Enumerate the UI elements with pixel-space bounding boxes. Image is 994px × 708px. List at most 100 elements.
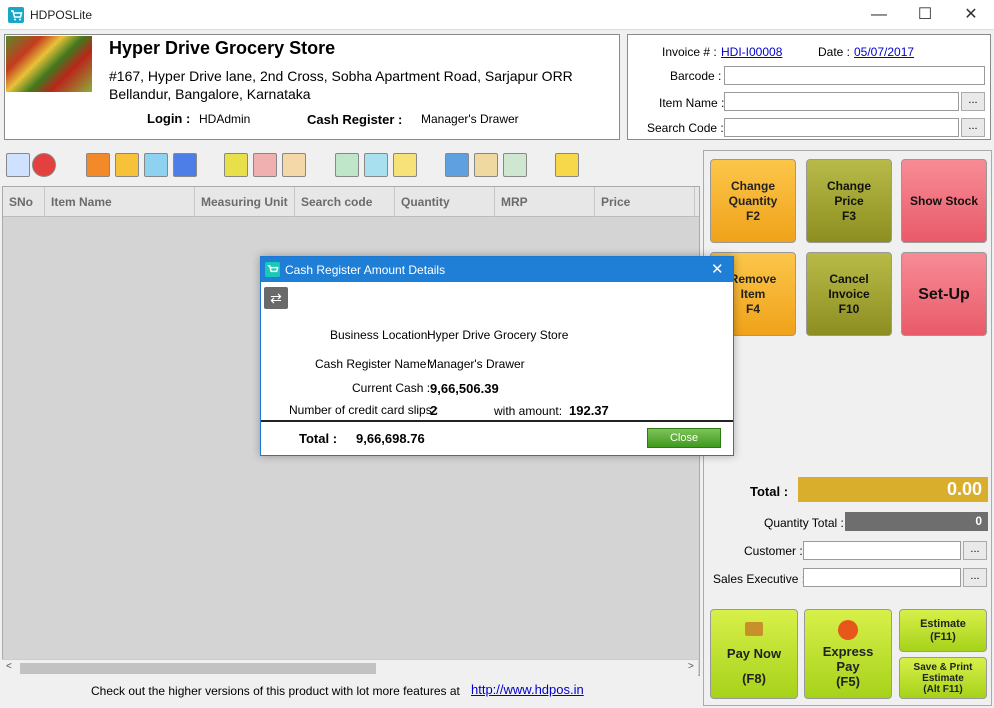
report-icon[interactable] xyxy=(445,153,469,177)
sales-executive-label: Sales Executive : xyxy=(713,572,806,586)
date-label: Date : xyxy=(818,45,851,59)
change-quantity-button[interactable]: Change Quantity F2 xyxy=(710,159,796,243)
estimate-button[interactable]: Estimate (F11) xyxy=(899,609,987,652)
dialog-close-icon[interactable]: ✕ xyxy=(711,260,724,278)
edit-icon[interactable] xyxy=(86,153,110,177)
date-link[interactable]: 05/07/2017 xyxy=(854,45,914,59)
total-value: 0.00 xyxy=(798,477,988,502)
btn-line: Change xyxy=(730,178,775,193)
dialog-cart-icon xyxy=(265,262,280,277)
register-icon[interactable] xyxy=(6,153,30,177)
col-sno[interactable]: SNo xyxy=(3,187,45,217)
change-price-button[interactable]: Change Price F3 xyxy=(806,159,892,243)
btn-line: F10 xyxy=(838,301,860,316)
btn-line: Set-Up xyxy=(918,285,970,303)
dialog-title: Cash Register Amount Details xyxy=(285,263,446,277)
btn-line: Show Stock xyxy=(909,193,978,208)
search-code-label: Search Code : xyxy=(647,121,724,135)
chart-icon[interactable] xyxy=(282,153,306,177)
cc-slips-value: 2 xyxy=(430,403,438,418)
customer-input[interactable] xyxy=(803,541,961,560)
scroll-right-icon[interactable]: > xyxy=(688,661,694,672)
invoice-label: Invoice # : xyxy=(662,45,717,59)
cash-icon[interactable] xyxy=(474,153,498,177)
minimize-button[interactable]: — xyxy=(856,0,902,30)
col-mrp[interactable]: MRP xyxy=(495,187,595,217)
dialog-close-button[interactable]: Close xyxy=(647,428,721,448)
item-name-browse-button[interactable]: ... xyxy=(961,92,985,111)
sales-executive-browse-button[interactable]: ... xyxy=(963,568,987,587)
pay-now-button[interactable]: Pay Now (F8) xyxy=(710,609,798,699)
discount-icon[interactable] xyxy=(32,153,56,177)
dialog-total-value: 9,66,698.76 xyxy=(356,431,425,446)
col-price[interactable]: Price xyxy=(595,187,695,217)
item-name-input[interactable] xyxy=(724,92,959,111)
store-logo-image xyxy=(6,36,92,92)
money-icon xyxy=(745,622,763,636)
close-window-button[interactable]: ✕ xyxy=(948,0,994,30)
total-label: Total : xyxy=(750,484,789,499)
title-bar: HDPOSLite — ☐ ✕ xyxy=(0,0,994,30)
cash-register-value: Manager's Drawer xyxy=(421,112,519,126)
express-pay-button[interactable]: Express Pay (F5) xyxy=(804,609,892,699)
btn-line: Quantity xyxy=(728,193,778,208)
delivery-icon[interactable] xyxy=(144,153,168,177)
cart-icon[interactable] xyxy=(115,153,139,177)
btn-line: Estimate xyxy=(920,617,966,630)
save-print-estimate-button[interactable]: Save & Print Estimate (Alt F11) xyxy=(899,657,987,699)
maximize-button[interactable]: ☐ xyxy=(902,0,948,30)
btn-line: Invoice xyxy=(828,286,870,301)
cancel-invoice-button[interactable]: Cancel Invoice F10 xyxy=(806,252,892,336)
btn-line: Price xyxy=(834,193,864,208)
btn-line: Pay xyxy=(836,658,860,674)
col-item-name[interactable]: Item Name xyxy=(45,187,195,217)
scroll-left-icon[interactable]: < xyxy=(6,661,12,672)
current-cash-label: Current Cash : xyxy=(352,381,431,395)
cash-register-label: Cash Register : xyxy=(307,112,403,127)
register-name-value: Manager's Drawer xyxy=(427,357,525,371)
col-quantity[interactable]: Quantity xyxy=(395,187,495,217)
customers-icon[interactable] xyxy=(224,153,248,177)
user-icon[interactable] xyxy=(253,153,277,177)
search-code-input[interactable] xyxy=(724,118,959,137)
with-amount-label: with amount: xyxy=(494,404,563,418)
btn-line: F3 xyxy=(841,208,856,223)
footer-link[interactable]: http://www.hdpos.in xyxy=(471,682,584,697)
show-stock-button[interactable]: Show Stock xyxy=(901,159,987,243)
login-value: HDAdmin xyxy=(199,112,251,126)
btn-line: Item xyxy=(740,286,766,301)
transfer-icon[interactable] xyxy=(173,153,197,177)
login-label: Login : xyxy=(147,111,191,126)
scroll-thumb[interactable] xyxy=(20,663,376,674)
dialog-total-label: Total : xyxy=(299,431,338,446)
dialog-title-bar: Cash Register Amount Details ✕ xyxy=(261,257,733,282)
toolbar xyxy=(2,150,700,184)
col-search-code[interactable]: Search code xyxy=(295,187,395,217)
with-amount-value: 192.37 xyxy=(569,403,609,418)
btn-line: Express xyxy=(822,643,874,659)
business-location-label: Business Location: xyxy=(330,328,431,342)
purchase-icon[interactable] xyxy=(335,153,359,177)
store-name: Hyper Drive Grocery Store xyxy=(109,38,336,58)
invoice-number-link[interactable]: HDI-I00008 xyxy=(721,45,782,59)
customer-label: Customer : xyxy=(744,544,803,558)
document-icon[interactable] xyxy=(503,153,527,177)
quantity-total-label: Quantity Total : xyxy=(764,516,844,530)
profile-icon[interactable] xyxy=(555,153,579,177)
refresh-swap-icon[interactable]: ⇄ xyxy=(264,287,288,309)
btn-line: F4 xyxy=(745,301,760,316)
btn-line: Estimate xyxy=(922,672,964,684)
flow-icon[interactable] xyxy=(393,153,417,177)
stock-icon[interactable] xyxy=(364,153,388,177)
col-measuring-unit[interactable]: Measuring Unit xyxy=(195,187,295,217)
horizontal-scrollbar[interactable]: < > xyxy=(2,659,698,676)
grid-header: SNo Item Name Measuring Unit Search code… xyxy=(3,187,699,217)
window-title: HDPOSLite xyxy=(30,8,93,22)
btn-line: Save & Print xyxy=(913,661,973,673)
customer-browse-button[interactable]: ... xyxy=(963,541,987,560)
sales-executive-input[interactable] xyxy=(803,568,961,587)
search-code-browse-button[interactable]: ... xyxy=(961,118,985,137)
barcode-input[interactable] xyxy=(724,66,985,85)
invoice-panel: Invoice # : HDI-I00008 Date : 05/07/2017… xyxy=(627,34,991,140)
setup-button[interactable]: Set-Up xyxy=(901,252,987,336)
